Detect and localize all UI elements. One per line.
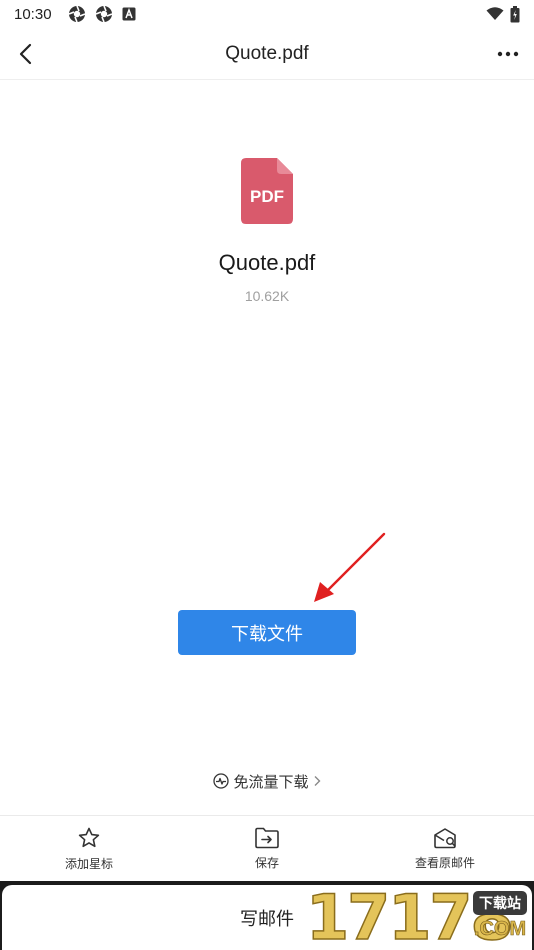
status-time: 10:30 <box>14 5 52 23</box>
android-a-icon <box>122 7 136 21</box>
star-icon <box>78 827 100 847</box>
chevron-right-icon <box>314 776 320 786</box>
mail-search-icon <box>434 827 456 848</box>
status-notification-icons <box>68 5 136 23</box>
compose-bar: 写邮件 <box>0 881 534 950</box>
wifi-icon <box>486 7 504 21</box>
more-options-button[interactable] <box>492 38 524 70</box>
compose-mail-button[interactable]: 写邮件 <box>2 885 532 950</box>
free-data-download-link[interactable]: 免流量下载 <box>0 770 534 792</box>
view-original-mail-label: 查看原邮件 <box>414 855 475 870</box>
chevron-left-icon <box>19 43 32 65</box>
file-size: 10.62K <box>244 288 290 304</box>
save-button[interactable]: 保存 <box>178 816 356 881</box>
save-label: 保存 <box>254 855 279 870</box>
bottom-action-bar: 添加星标 保存 查看原邮件 <box>0 815 534 881</box>
compose-mail-label: 写邮件 <box>240 908 294 929</box>
battery-icon <box>510 5 520 23</box>
more-horizontal-icon <box>497 51 519 57</box>
aperture-icon <box>68 5 86 23</box>
file-name: Quote.pdf <box>218 250 316 275</box>
download-file-button[interactable]: 下载文件 <box>178 610 356 655</box>
save-folder-icon <box>255 827 279 848</box>
pdf-icon-label: PDF <box>250 187 284 206</box>
app-bar: Quote.pdf <box>0 28 534 80</box>
status-system-icons <box>486 5 520 23</box>
status-bar: 10:30 <box>0 0 534 28</box>
pulse-icon <box>213 773 230 789</box>
view-original-mail-button[interactable]: 查看原邮件 <box>356 816 534 881</box>
free-download-label: 免流量下载 <box>233 773 309 791</box>
aperture-icon <box>95 5 113 23</box>
annotation-arrow-icon <box>314 532 386 602</box>
add-star-label: 添加星标 <box>64 856 113 871</box>
back-button[interactable] <box>10 38 42 70</box>
page-title: Quote.pdf <box>225 42 309 64</box>
pdf-file-icon: PDF <box>241 158 293 224</box>
add-star-button[interactable]: 添加星标 <box>0 816 178 881</box>
